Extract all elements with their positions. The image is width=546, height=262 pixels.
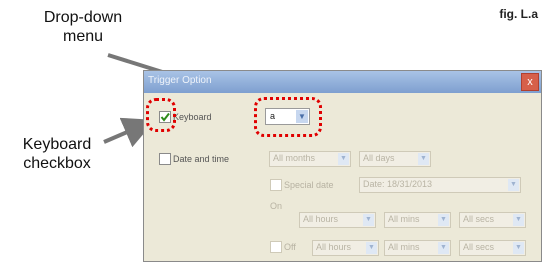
date-time-checkbox[interactable] <box>159 153 171 165</box>
checkbox-arrow <box>103 117 156 148</box>
keyboard-label: Keyboard <box>173 112 212 122</box>
off-checkbox[interactable] <box>270 241 282 253</box>
on-seconds-dropdown[interactable]: All secs ▼ <box>459 212 526 228</box>
on-seconds-value: All secs <box>463 214 495 224</box>
off-hours-dropdown[interactable]: All hours ▼ <box>312 240 379 256</box>
off-minutes-value: All mins <box>388 242 420 252</box>
chevron-down-icon: ▼ <box>338 153 349 165</box>
off-seconds-value: All secs <box>463 242 495 252</box>
date-time-label: Date and time <box>173 154 230 164</box>
title-bar: Trigger Option x <box>144 71 541 93</box>
chevron-down-icon: ▼ <box>418 153 429 165</box>
close-button[interactable]: x <box>521 73 539 91</box>
months-value: All months <box>273 153 316 163</box>
days-value: All days <box>363 153 395 163</box>
off-seconds-dropdown[interactable]: All secs ▼ <box>459 240 526 256</box>
off-label: Off <box>284 242 296 252</box>
chevron-down-icon: ▼ <box>366 242 377 254</box>
chevron-down-icon: ▼ <box>438 242 449 254</box>
dialog-title: Trigger Option <box>148 75 212 86</box>
date-value: Date: 18/31/2013 <box>363 179 433 189</box>
on-minutes-value: All mins <box>388 214 420 224</box>
chevron-down-icon: ▼ <box>513 242 524 254</box>
on-minutes-dropdown[interactable]: All mins ▼ <box>384 212 451 228</box>
dropdown-highlight-ring <box>254 97 322 137</box>
trigger-option-dialog: Trigger Option x Keyboard a ▼ Date and t… <box>143 70 542 262</box>
special-date-label: Special date <box>284 180 334 190</box>
chevron-down-icon: ▼ <box>508 179 519 191</box>
on-hours-dropdown[interactable]: All hours ▼ <box>299 212 376 228</box>
special-date-checkbox[interactable] <box>270 179 282 191</box>
on-hours-value: All hours <box>303 214 339 224</box>
date-dropdown[interactable]: Date: 18/31/2013 ▼ <box>359 177 521 193</box>
days-dropdown[interactable]: All days ▼ <box>359 151 431 167</box>
keyboard-highlight-ring <box>146 98 176 132</box>
off-hours-value: All hours <box>316 242 352 252</box>
off-minutes-dropdown[interactable]: All mins ▼ <box>384 240 451 256</box>
chevron-down-icon: ▼ <box>363 214 374 226</box>
chevron-down-icon: ▼ <box>513 214 524 226</box>
months-dropdown[interactable]: All months ▼ <box>269 151 351 167</box>
chevron-down-icon: ▼ <box>438 214 449 226</box>
on-label: On <box>270 201 283 211</box>
